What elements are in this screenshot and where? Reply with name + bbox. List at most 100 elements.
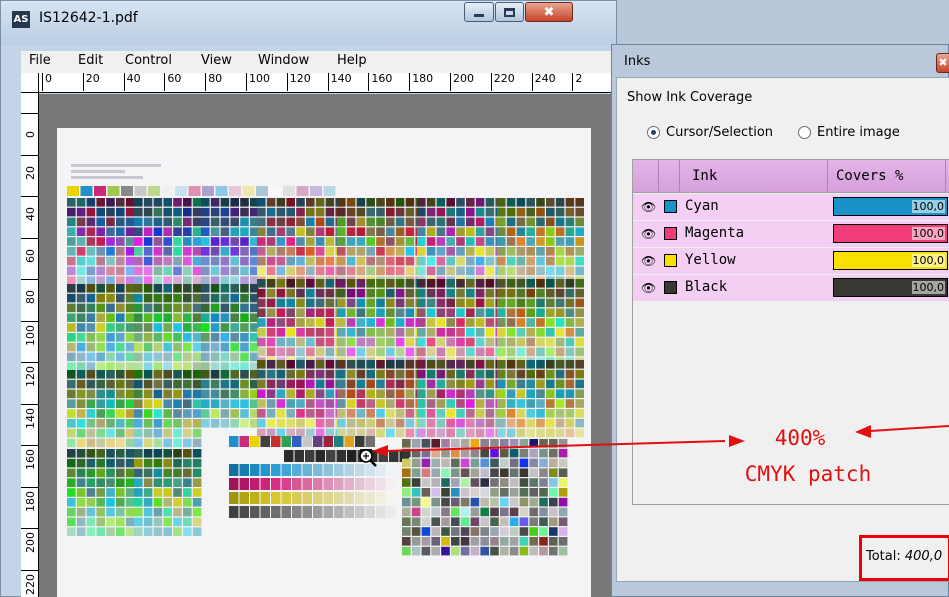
color-patch — [286, 379, 295, 389]
header-patch — [323, 436, 333, 447]
color-patch — [436, 266, 446, 276]
color-patch — [315, 369, 325, 379]
color-patch — [500, 478, 509, 487]
color-patch — [125, 517, 135, 527]
color-patch — [546, 409, 555, 418]
color-patch — [460, 537, 470, 546]
eye-icon[interactable]: 👁 — [641, 200, 656, 214]
color-patch — [516, 409, 526, 418]
radio-entire-image[interactable]: Entire image — [798, 125, 900, 140]
ink-row-black[interactable]: 👁 Black 100,0 — [633, 275, 949, 301]
header-patch — [239, 436, 249, 447]
menu-file[interactable]: File — [29, 53, 51, 68]
ruler-top-tick: 220 — [490, 73, 515, 91]
color-patch — [386, 418, 395, 428]
color-patch — [446, 360, 455, 369]
color-patch — [411, 448, 421, 458]
inks-close-button[interactable]: ✖ — [936, 53, 949, 73]
menu-edit[interactable]: Edit — [78, 53, 103, 68]
color-patch — [163, 352, 172, 362]
color-patch — [143, 379, 153, 389]
color-patch — [67, 293, 76, 303]
color-patch — [376, 198, 385, 207]
menu-view[interactable]: View — [201, 53, 232, 68]
color-patch — [509, 517, 519, 526]
color-patch — [526, 399, 535, 408]
color-patch — [575, 266, 584, 276]
color-patch — [426, 360, 436, 369]
color-patch — [441, 507, 450, 517]
color-patch — [405, 337, 415, 347]
color-patch — [417, 399, 426, 408]
maximize-button[interactable] — [495, 2, 524, 22]
color-patch — [529, 537, 538, 546]
color-patch — [466, 389, 475, 398]
close-button[interactable]: ✖ — [525, 2, 573, 22]
coverage-bar: 100,0 — [833, 197, 948, 216]
color-patch — [460, 546, 470, 556]
color-patch — [549, 537, 558, 546]
color-patch — [386, 337, 395, 347]
indicator-patch — [229, 186, 241, 196]
color-patch — [125, 342, 135, 352]
color-patch — [315, 207, 325, 217]
color-patch — [500, 439, 509, 448]
color-patch — [546, 308, 555, 317]
color-patch — [456, 247, 465, 256]
color-patch — [485, 279, 495, 288]
ink-row-magenta[interactable]: 👁 Magenta 100,0 — [633, 221, 949, 247]
color-patch — [96, 352, 105, 362]
color-patch — [210, 293, 220, 303]
color-patch — [555, 256, 565, 266]
color-patch — [230, 207, 239, 217]
color-patch — [509, 478, 519, 487]
menu-window[interactable]: Window — [258, 53, 309, 68]
color-patch — [315, 237, 325, 246]
color-patch — [76, 362, 86, 371]
color-patch — [475, 237, 485, 246]
menu-control[interactable]: Control — [125, 53, 172, 68]
color-patch — [201, 342, 210, 352]
header-covers[interactable]: Covers % — [828, 160, 946, 193]
color-patch — [376, 418, 385, 428]
eye-icon[interactable]: 👁 — [641, 281, 656, 295]
color-patch — [106, 399, 115, 408]
color-patch — [286, 369, 295, 379]
ruler-top-tick: 2 — [572, 73, 582, 91]
color-patch — [173, 256, 182, 266]
color-patch — [490, 517, 499, 526]
color-patch — [555, 418, 565, 428]
color-patch — [337, 399, 346, 408]
color-patch — [153, 527, 163, 536]
header-ink[interactable]: Ink — [680, 160, 828, 193]
ruler-top-tick: 20 — [82, 73, 100, 91]
color-patch — [565, 369, 575, 379]
minimize-button[interactable] — [464, 2, 494, 22]
color-patch — [539, 488, 548, 497]
color-patch — [76, 303, 86, 313]
color-patch — [257, 379, 266, 389]
color-patch — [411, 546, 421, 556]
menu-help[interactable]: Help — [337, 53, 367, 68]
indicator-patch — [323, 186, 336, 196]
color-patch — [441, 497, 450, 507]
color-patch — [67, 438, 76, 448]
color-patch — [296, 298, 305, 308]
color-patch — [67, 198, 76, 207]
color-patch — [466, 328, 475, 337]
color-patch — [116, 409, 125, 418]
color-patch — [405, 237, 415, 246]
color-patch — [116, 458, 125, 468]
ink-row-cyan[interactable]: 👁 Cyan 100,0 — [633, 194, 949, 220]
eye-icon[interactable]: 👁 — [641, 227, 656, 241]
color-patch — [153, 207, 163, 217]
color-patch-chart[interactable] — [39, 94, 617, 597]
color-patch — [125, 303, 135, 313]
color-patch — [366, 256, 375, 266]
color-patch — [546, 418, 555, 428]
ink-row-yellow[interactable]: 👁 Yellow 100,0 — [633, 248, 949, 274]
eye-icon[interactable]: 👁 — [641, 254, 656, 268]
radio-cursor-selection[interactable]: Cursor/Selection — [647, 125, 773, 140]
color-patch — [558, 468, 568, 477]
document-canvas[interactable] — [39, 94, 617, 597]
